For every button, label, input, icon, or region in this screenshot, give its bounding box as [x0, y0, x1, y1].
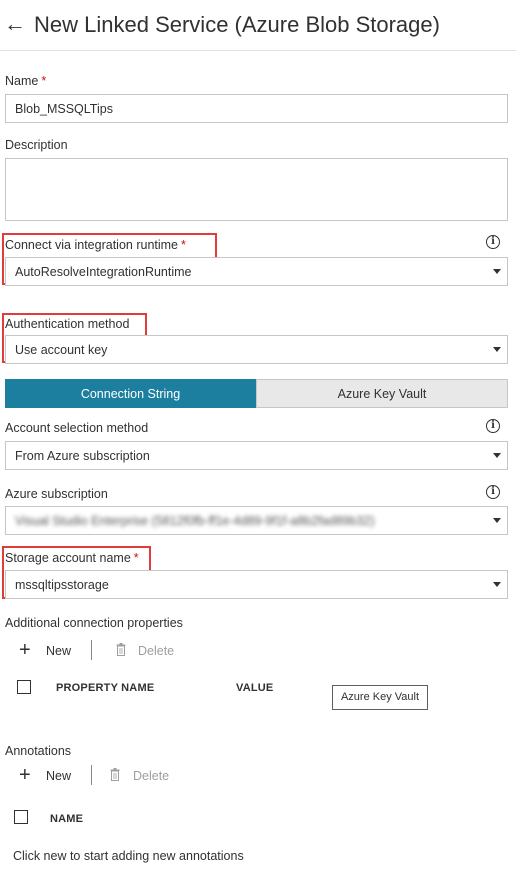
chevron-down-icon — [493, 453, 501, 458]
azure-key-vault-button[interactable]: Azure Key Vault — [332, 685, 428, 710]
column-header-value: VALUE — [236, 682, 274, 694]
header: ← New Linked Service (Azure Blob Storage… — [0, 0, 516, 50]
new-property-button[interactable]: New — [46, 643, 71, 659]
account-selection-select[interactable]: From Azure subscription — [5, 441, 508, 470]
description-label: Description — [5, 138, 68, 152]
trash-icon — [116, 643, 126, 656]
storage-account-label-text: Storage account name — [5, 551, 131, 565]
annotations-hint: Click new to start adding new annotation… — [13, 849, 244, 863]
required-mark: * — [41, 74, 47, 88]
chevron-down-icon — [493, 347, 501, 352]
info-icon[interactable]: i — [486, 419, 500, 433]
chevron-down-icon — [493, 582, 501, 587]
integration-runtime-label: Connect via integration runtime * — [5, 237, 186, 253]
name-label-text: Name — [5, 74, 39, 88]
plus-icon[interactable]: + — [19, 640, 31, 660]
command-divider — [91, 640, 92, 660]
column-header-property-name: PROPERTY NAME — [56, 682, 155, 694]
name-input[interactable]: Blob_MSSQLTips — [5, 94, 508, 123]
integration-runtime-select[interactable]: AutoResolveIntegrationRuntime — [5, 257, 508, 286]
integration-runtime-value: AutoResolveIntegrationRuntime — [15, 265, 192, 279]
storage-account-value: mssqltipsstorage — [15, 578, 109, 592]
plus-icon[interactable]: + — [19, 765, 31, 785]
name-label: Name * — [5, 73, 46, 89]
delete-annotation-button[interactable]: Delete — [133, 768, 169, 784]
connection-properties-label: Additional connection properties — [5, 616, 183, 630]
chevron-down-icon — [493, 518, 501, 523]
storage-account-select[interactable]: mssqltipsstorage — [5, 570, 508, 599]
description-textarea[interactable] — [5, 158, 508, 221]
select-all-checkbox[interactable] — [17, 680, 31, 694]
select-all-annotations-checkbox[interactable] — [14, 810, 28, 824]
tab-connection-string[interactable]: Connection String — [5, 379, 256, 408]
account-selection-label: Account selection method — [5, 421, 149, 435]
info-icon[interactable]: i — [486, 485, 500, 499]
authentication-label: Authentication method — [5, 317, 130, 331]
annotations-label: Annotations — [5, 744, 72, 758]
header-divider — [0, 50, 516, 51]
command-divider — [91, 765, 92, 785]
trash-icon — [110, 768, 120, 781]
authentication-select[interactable]: Use account key — [5, 335, 508, 364]
authentication-value: Use account key — [15, 343, 108, 357]
subscription-label: Azure subscription — [5, 487, 108, 501]
info-icon[interactable]: i — [486, 235, 500, 249]
account-selection-value: From Azure subscription — [15, 449, 150, 463]
arrow-left-icon[interactable]: ← — [4, 10, 28, 38]
integration-runtime-label-text: Connect via integration runtime — [5, 238, 179, 252]
storage-account-label: Storage account name * — [5, 550, 139, 566]
subscription-value: Visual Studio Enterprise (5812f0fb-ff1e-… — [15, 514, 375, 528]
column-header-name: NAME — [50, 813, 84, 825]
new-annotation-button[interactable]: New — [46, 768, 71, 784]
chevron-down-icon — [493, 269, 501, 274]
tab-azure-key-vault[interactable]: Azure Key Vault — [256, 379, 508, 408]
subscription-select[interactable]: Visual Studio Enterprise (5812f0fb-ff1e-… — [5, 506, 508, 535]
delete-property-button[interactable]: Delete — [138, 643, 174, 659]
required-mark: * — [133, 551, 139, 565]
page-title: New Linked Service (Azure Blob Storage) — [34, 12, 440, 37]
required-mark: * — [181, 238, 186, 252]
